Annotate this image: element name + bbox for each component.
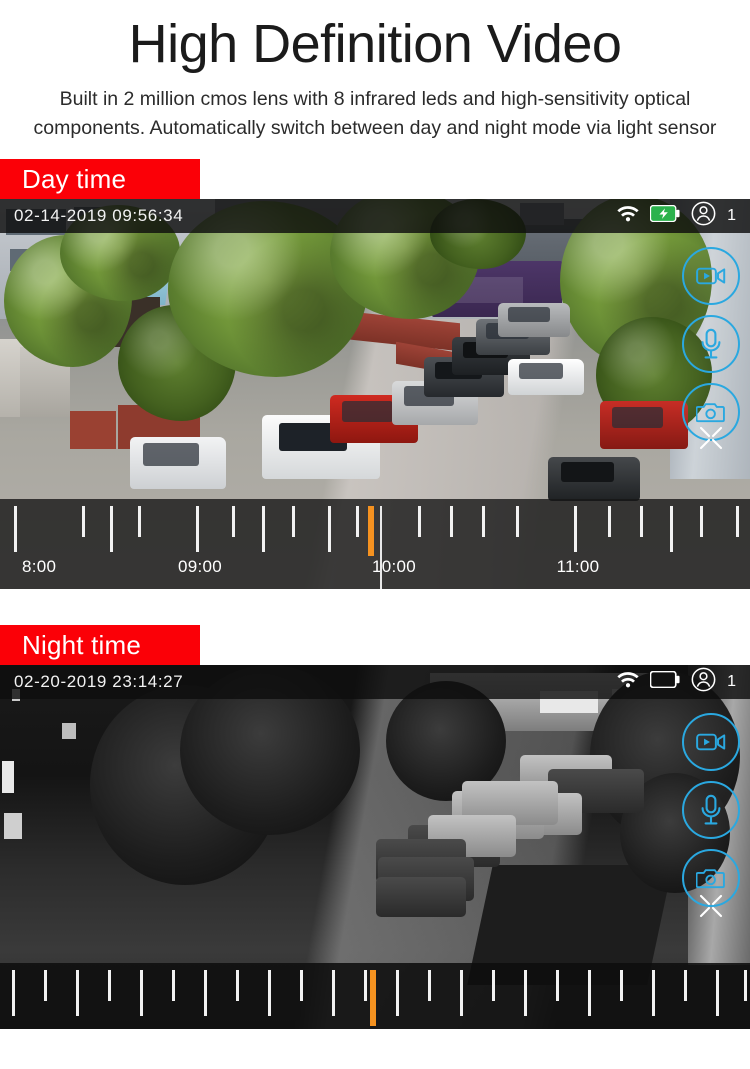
microphone-button[interactable] [682,781,740,839]
fullscreen-collapse-icon[interactable] [698,893,724,924]
record-video-button[interactable] [682,247,740,305]
camera-icon [696,869,725,889]
day-timeline-scrubber[interactable]: 8:00 09:00 10:00 11:00 [0,499,750,589]
night-video-player[interactable]: 02-20-2019 23:14:27 1 [0,665,750,1029]
day-user-count: 1 [727,207,736,224]
night-time-badge: Night time [0,625,200,665]
wifi-icon [617,671,639,693]
night-timestamp: 02-20-2019 23:14:27 [14,672,184,691]
video-camera-icon [696,267,726,285]
microphone-button[interactable] [682,315,740,373]
night-osd-status-bar: 02-20-2019 23:14:27 1 [0,665,750,699]
night-time-section: Night time 02-20-2019 23:14:27 1 [0,625,750,1029]
timeline-label: 8:00 [22,557,57,576]
timeline-label: 10:00 [371,557,417,576]
camera-icon [696,403,725,423]
timeline-label: 11:00 [556,557,600,576]
page-subtitle: Built in 2 million cmos lens with 8 infr… [33,88,717,139]
page-title: High Definition Video [128,14,622,74]
microphone-icon [701,794,721,825]
day-osd-status-bar: 02-14-2019 09:56:34 1 [0,199,750,233]
day-timestamp: 02-14-2019 09:56:34 [14,206,184,225]
day-playhead[interactable] [368,506,374,556]
fullscreen-expand-icon[interactable] [698,425,724,456]
day-time-section: Day time 02-14-2019 09:56:34 1 8:00 09:0… [0,159,750,589]
section-divider [0,589,750,625]
user-icon [691,201,716,231]
microphone-icon [701,328,721,359]
battery-icon [649,670,680,693]
record-video-button[interactable] [682,713,740,771]
night-playhead[interactable] [370,970,376,1026]
battery-charging-icon [649,204,680,227]
timeline-label: 09:00 [177,557,223,576]
night-status-icons: 1 [617,667,736,697]
wifi-icon [617,205,639,227]
day-video-player[interactable]: 02-14-2019 09:56:34 1 8:00 09:00 10:00 1… [0,199,750,589]
night-control-buttons [682,713,740,907]
video-camera-icon [696,733,726,751]
user-icon [691,667,716,697]
day-status-icons: 1 [617,201,736,231]
day-time-badge: Day time [0,159,200,199]
day-control-buttons [682,247,740,441]
night-timeline-scrubber[interactable] [0,963,750,1029]
product-feature-page: High Definition Video Built in 2 million… [0,0,750,1069]
header: High Definition Video Built in 2 million… [0,0,750,142]
night-user-count: 1 [727,673,736,690]
